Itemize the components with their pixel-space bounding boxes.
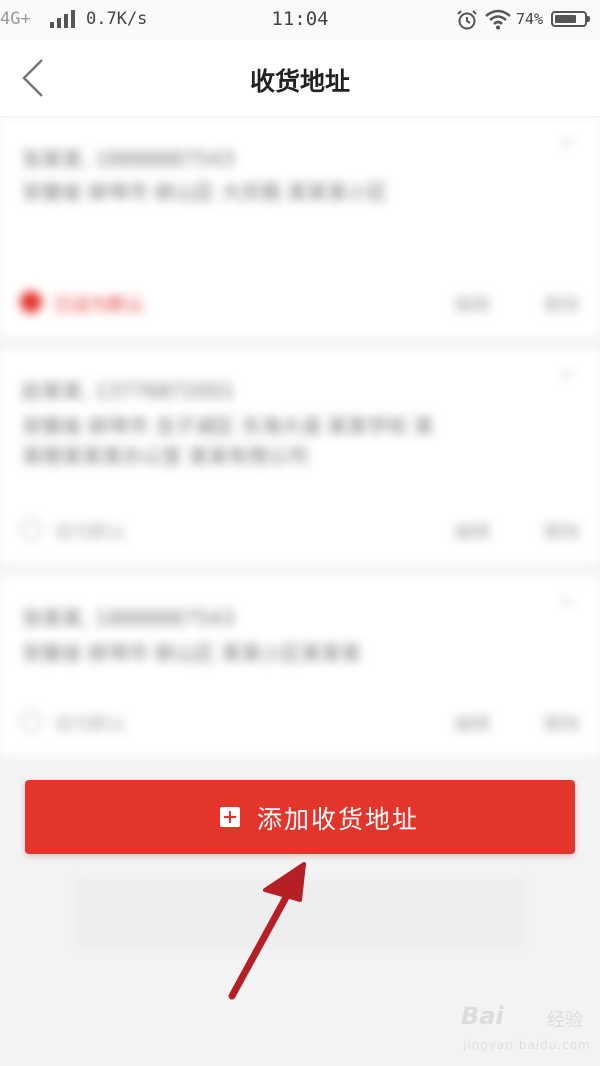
default-radio-icon[interactable]	[20, 518, 42, 540]
edit-button[interactable]: 编辑	[454, 291, 490, 317]
baidu-watermark-logo: Bai 经验 jingyan.baidu.com	[455, 1000, 595, 1060]
default-radio-icon[interactable]	[20, 291, 42, 313]
default-label[interactable]: 设为默认	[54, 710, 126, 736]
nav-bar: 收货地址	[0, 40, 600, 117]
address-name-phone: 赵某某, 13776872001	[22, 379, 235, 403]
chevron-icon	[560, 138, 574, 147]
default-label[interactable]: 已设为默认	[54, 291, 144, 317]
edit-button[interactable]: 编辑	[454, 518, 490, 544]
wifi-icon	[485, 9, 511, 30]
address-text: 安徽省 蚌埠市 龙子湖区 东海大道 某某学校 某某楼某某某办公室 某某有限公司	[22, 414, 434, 468]
address-card[interactable]: 张某某, 18888887543 安徽省 蚌埠市 蚌山区 某某小区某某某 设为默…	[0, 576, 600, 756]
delete-button[interactable]: 删除	[544, 291, 580, 317]
watermark-brand: Bai	[461, 1002, 504, 1030]
address-list: 张某某, 18888887543 安徽省 蚌埠市 蚌山区 大庆路 某某某小区 已…	[0, 117, 600, 768]
page-title: 收货地址	[249, 67, 350, 96]
default-radio-icon[interactable]	[20, 710, 42, 732]
address-card[interactable]: 张某某, 18888887543 安徽省 蚌埠市 蚌山区 大庆路 某某某小区 已…	[0, 117, 600, 337]
watermark-url: jingyan.baidu.com	[463, 1038, 591, 1052]
chevron-icon	[560, 597, 574, 606]
edit-button[interactable]: 编辑	[454, 710, 490, 736]
card-footer: 设为默认 编辑 删除	[20, 516, 580, 544]
alarm-icon	[457, 10, 477, 30]
default-label[interactable]: 设为默认	[54, 518, 126, 544]
address-name-phone: 张某某, 18888887543	[22, 147, 235, 171]
battery-percent: 74%	[516, 10, 544, 28]
add-address-button[interactable]: 添加收货地址	[25, 780, 575, 854]
address-text: 安徽省 蚌埠市 蚌山区 某某小区某某某	[22, 641, 362, 665]
address-card[interactable]: 赵某某, 13776872001 安徽省 蚌埠市 龙子湖区 东海大道 某某学校 …	[0, 349, 600, 564]
watermark-suffix: 经验	[547, 1010, 583, 1031]
card-footer: 设为默认 编辑 删除	[20, 708, 580, 736]
background-panel	[75, 878, 525, 948]
chevron-icon	[560, 370, 574, 379]
add-address-label: 添加收货地址	[257, 805, 420, 834]
battery-icon	[551, 11, 590, 27]
plus-square-icon	[220, 807, 240, 827]
delete-button[interactable]: 删除	[544, 518, 580, 544]
status-bar: 4G+ 0.7K/s 11:04 74%	[0, 0, 600, 40]
delete-button[interactable]: 删除	[544, 710, 580, 736]
card-footer: 已设为默认 编辑 删除	[20, 289, 580, 317]
address-name-phone: 张某某, 18888887543	[22, 606, 235, 630]
address-text: 安徽省 蚌埠市 蚌山区 大庆路 某某某小区	[22, 180, 388, 204]
